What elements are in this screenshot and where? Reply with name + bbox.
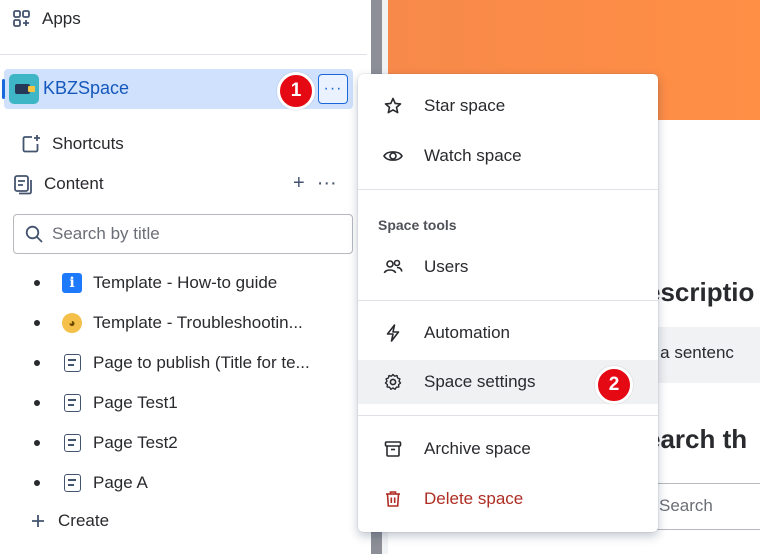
sidebar-item-shortcuts[interactable]: Shortcuts xyxy=(20,131,124,157)
shortcut-add-icon xyxy=(22,135,40,153)
page-icon xyxy=(62,473,82,493)
info-icon: i xyxy=(62,273,82,293)
bullet xyxy=(34,480,40,486)
menu-item-label: Users xyxy=(424,257,469,276)
page-icon xyxy=(62,393,82,413)
tree-item-label: Page A xyxy=(93,473,148,492)
content-icon xyxy=(14,175,32,195)
tree-item-label: Page Test1 xyxy=(93,393,178,412)
tree-item-label: Template - Troubleshootin... xyxy=(93,313,303,332)
apps-grid-icon xyxy=(13,10,30,27)
shortcuts-label: Shortcuts xyxy=(52,134,124,153)
menu-item-label: Watch space xyxy=(424,146,522,165)
menu-separator xyxy=(358,415,658,416)
quote-text: n a sentenc xyxy=(646,343,734,362)
eye-icon xyxy=(382,145,404,167)
space-logo xyxy=(9,74,39,104)
menu-item-automation[interactable]: Automation xyxy=(358,311,658,355)
menu-item-archive-space[interactable]: Archive space xyxy=(358,427,658,471)
search-placeholder: Search by title xyxy=(52,224,160,243)
content-more-button[interactable]: ··· xyxy=(317,172,337,195)
create-button[interactable]: Create xyxy=(30,511,109,531)
menu-separator xyxy=(358,300,658,301)
menu-item-watch-space[interactable]: Watch space xyxy=(358,134,658,178)
apps-link[interactable]: Apps xyxy=(12,6,81,32)
bullet xyxy=(34,280,40,286)
bullet xyxy=(34,440,40,446)
menu-item-star-space[interactable]: Star space xyxy=(358,84,658,128)
tree-item[interactable]: Page Test2 xyxy=(30,426,350,460)
tree-item[interactable]: Page to publish (Title for te... xyxy=(30,346,350,380)
space-name[interactable]: KBZSpace xyxy=(43,78,129,99)
menu-separator xyxy=(358,189,658,190)
space-actions-menu: Star space Watch space Space tools Users… xyxy=(358,74,658,532)
menu-item-label: Delete space xyxy=(424,489,524,508)
archive-icon xyxy=(382,438,404,460)
step-badge-1: 1 xyxy=(277,72,315,110)
menu-item-label: Star space xyxy=(424,96,506,115)
tree-item-label: Page Test2 xyxy=(93,433,178,452)
sidebar: Apps KBZSpace ··· 1 Shortcuts Content + … xyxy=(0,0,371,554)
trash-icon xyxy=(382,488,404,510)
sidebar-item-content[interactable]: Content xyxy=(12,171,104,197)
tree-item[interactable]: Page Test1 xyxy=(30,386,350,420)
apps-label: Apps xyxy=(42,9,81,28)
menu-item-delete-space[interactable]: Delete space xyxy=(358,477,658,521)
search-heading: earch th xyxy=(646,424,748,454)
step-badge-2: 2 xyxy=(595,366,633,404)
tree-item[interactable]: ◕ Template - Troubleshootin... xyxy=(30,306,350,340)
search-icon xyxy=(25,225,43,243)
create-label: Create xyxy=(58,511,110,530)
tree-item[interactable]: Page A xyxy=(30,466,350,500)
space-tools-heading: Space tools xyxy=(378,217,457,233)
page-icon xyxy=(62,433,82,453)
add-content-button[interactable]: + xyxy=(293,172,305,195)
magnifier-face-emoji-icon: ◕ xyxy=(62,313,82,333)
tree-item-label: Page to publish (Title for te... xyxy=(93,353,310,372)
star-icon xyxy=(382,95,404,117)
menu-item-label: Archive space xyxy=(424,439,531,458)
tree-item[interactable]: i Template - How-to guide xyxy=(30,266,350,300)
main-search-input[interactable]: Search xyxy=(646,483,760,530)
users-icon xyxy=(382,256,404,278)
menu-item-users[interactable]: Users xyxy=(358,245,658,289)
space-more-actions-button[interactable]: ··· xyxy=(318,74,348,104)
selected-indicator xyxy=(2,79,5,99)
sidebar-divider xyxy=(0,54,367,55)
more-icon: ··· xyxy=(323,80,343,97)
menu-item-label: Automation xyxy=(424,323,510,342)
bullet xyxy=(34,320,40,326)
gear-icon xyxy=(382,371,404,393)
lightning-icon xyxy=(382,322,404,344)
bullet xyxy=(34,360,40,366)
tree-item-label: Template - How-to guide xyxy=(93,273,278,292)
menu-item-label: Space settings xyxy=(424,372,536,391)
description-heading: escriptio xyxy=(646,277,755,307)
search-by-title-input[interactable]: Search by title xyxy=(13,214,353,254)
content-label: Content xyxy=(44,174,104,193)
bullet xyxy=(34,400,40,406)
content-actions: + ··· xyxy=(293,172,337,195)
page-icon xyxy=(62,353,82,373)
plus-icon xyxy=(32,515,44,527)
